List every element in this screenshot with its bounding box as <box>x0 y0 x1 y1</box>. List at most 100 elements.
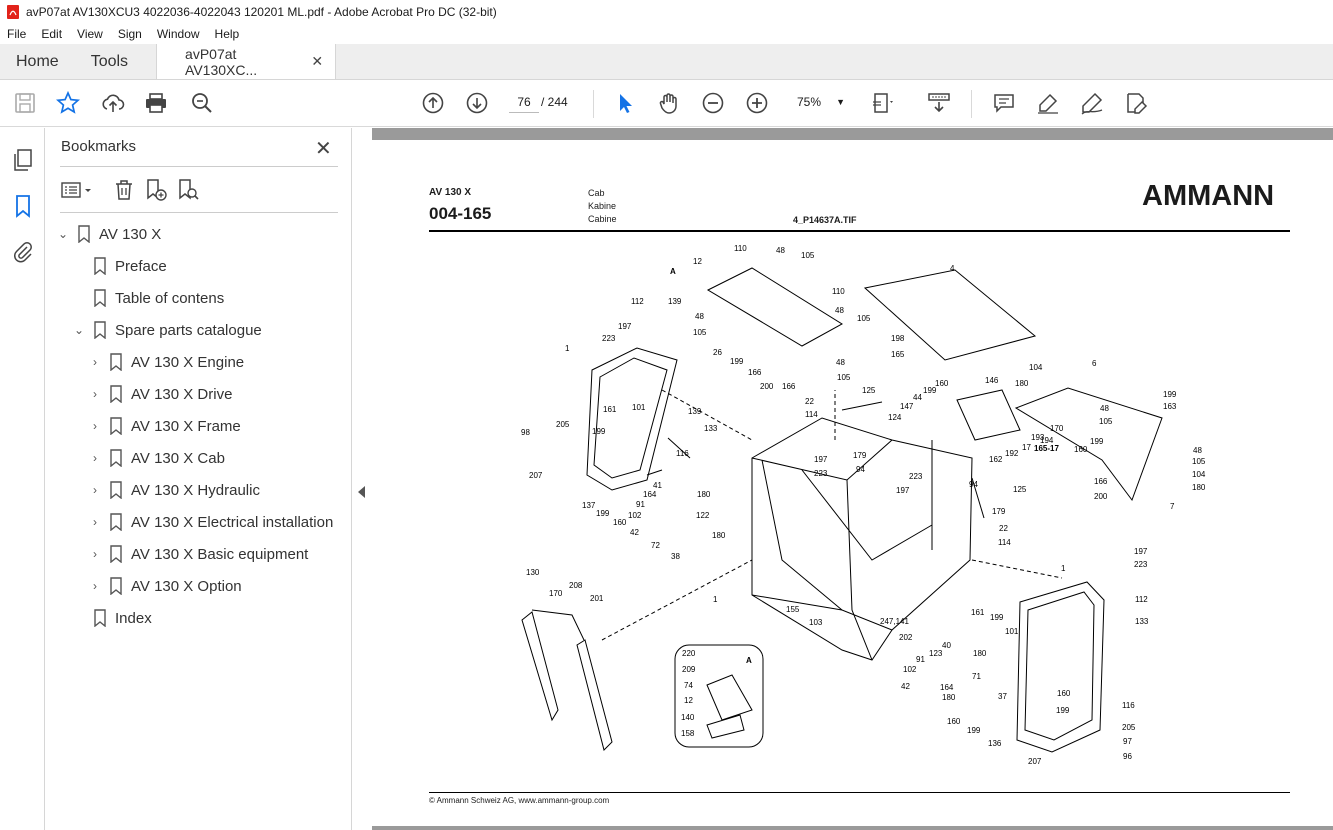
zoom-search-icon[interactable] <box>190 91 214 115</box>
bookmark-label: Index <box>115 609 152 627</box>
menu-file[interactable]: File <box>0 27 34 41</box>
svg-text:197: 197 <box>814 455 828 464</box>
zoom-out-icon[interactable] <box>701 91 725 115</box>
zoom-level-select[interactable]: 75% ▼ <box>789 91 851 113</box>
svg-text:161: 161 <box>603 405 617 414</box>
bookmark-spare-parts-catalogue[interactable]: ⌄ Spare parts catalogue <box>71 314 262 346</box>
document-viewport[interactable]: AV 130 X 004-165 Cab Kabine Cabine 4_P14… <box>372 128 1333 830</box>
svg-text:91: 91 <box>636 500 645 509</box>
bookmark-icon <box>110 481 122 499</box>
svg-text:160: 160 <box>1057 689 1071 698</box>
chevron-down-icon[interactable]: ⌄ <box>55 227 71 241</box>
zoom-in-icon[interactable] <box>745 91 769 115</box>
find-bookmark-icon[interactable] <box>176 178 200 202</box>
bookmark-table-of-contents[interactable]: Table of contens <box>71 282 224 314</box>
svg-text:192: 192 <box>1005 449 1019 458</box>
bookmark-option[interactable]: › AV 130 X Option <box>87 570 242 602</box>
svg-text:166: 166 <box>1094 477 1108 486</box>
highlight-icon[interactable] <box>1036 91 1060 115</box>
svg-text:197: 197 <box>618 322 632 331</box>
chevron-right-icon[interactable]: › <box>87 451 103 465</box>
exploded-parts-drawing: 110 48 105 12 A 4 110 48 105 112 139 197… <box>521 244 1206 766</box>
pages-panel-icon[interactable] <box>11 148 35 172</box>
bookmark-panel-icon[interactable] <box>11 194 35 218</box>
svg-text:114: 114 <box>998 538 1011 547</box>
add-bookmark-icon[interactable] <box>144 178 168 202</box>
delete-bookmark-icon[interactable] <box>112 178 136 202</box>
chevron-right-icon[interactable]: › <box>87 579 103 593</box>
star-icon[interactable] <box>55 90 81 115</box>
bookmark-frame[interactable]: › AV 130 X Frame <box>87 410 241 442</box>
bookmark-options-icon[interactable] <box>60 178 94 202</box>
panel-splitter[interactable] <box>352 128 372 830</box>
chevron-right-icon[interactable]: › <box>87 483 103 497</box>
tab-home[interactable]: Home <box>0 44 75 79</box>
chevron-down-icon[interactable]: ⌄ <box>71 323 87 337</box>
bookmark-label: AV 130 X Cab <box>131 449 225 467</box>
fit-page-icon[interactable] <box>871 91 895 115</box>
attachment-icon[interactable] <box>11 240 35 264</box>
menu-view[interactable]: View <box>70 27 111 41</box>
bookmark-drive[interactable]: › AV 130 X Drive <box>87 378 232 410</box>
page-number-input[interactable]: 76 <box>509 91 539 113</box>
page-up-icon[interactable] <box>421 91 445 115</box>
svg-text:133: 133 <box>704 424 718 433</box>
bookmark-icon <box>110 385 122 403</box>
svg-text:146: 146 <box>985 376 999 385</box>
upload-icon[interactable] <box>101 91 125 115</box>
svg-text:180: 180 <box>942 693 956 702</box>
svg-text:44: 44 <box>913 393 922 402</box>
svg-text:26: 26 <box>713 348 722 357</box>
svg-text:199: 199 <box>730 357 744 366</box>
svg-text:209: 209 <box>682 665 696 674</box>
menu-window[interactable]: Window <box>150 27 208 41</box>
select-cursor-icon[interactable] <box>613 91 637 115</box>
sign-icon[interactable] <box>1080 91 1104 115</box>
svg-text:A: A <box>670 267 676 276</box>
bookmark-basic-equipment[interactable]: › AV 130 X Basic equipment <box>87 538 308 570</box>
svg-text:207: 207 <box>529 471 543 480</box>
chevron-right-icon[interactable]: › <box>87 515 103 529</box>
svg-text:162: 162 <box>989 455 1003 464</box>
bookmark-index[interactable]: Index <box>71 602 152 634</box>
print-icon[interactable] <box>144 91 168 115</box>
tab-document[interactable]: avP07at AV130XC... ✕ <box>156 44 337 79</box>
fill-sign-icon[interactable] <box>1124 91 1148 115</box>
tab-tools[interactable]: Tools <box>75 44 144 79</box>
bookmark-electrical[interactable]: › AV 130 X Electrical installation <box>87 506 333 538</box>
page-down-icon[interactable] <box>465 91 489 115</box>
svg-text:136: 136 <box>988 739 1002 748</box>
menu-help[interactable]: Help <box>208 27 248 41</box>
bookmark-label: Preface <box>115 257 167 275</box>
save-icon[interactable] <box>13 91 37 115</box>
bookmark-cab[interactable]: › AV 130 X Cab <box>87 442 225 474</box>
svg-text:1: 1 <box>565 344 570 353</box>
bookmark-av-130-x[interactable]: ⌄ AV 130 X <box>55 218 161 250</box>
svg-text:105: 105 <box>837 373 851 382</box>
bookmark-preface[interactable]: Preface <box>71 250 167 282</box>
bookmark-hydraulic[interactable]: › AV 130 X Hydraulic <box>87 474 260 506</box>
chevron-right-icon[interactable]: › <box>87 547 103 561</box>
collapse-panel-icon[interactable] <box>358 486 365 498</box>
chevron-right-icon[interactable]: › <box>87 355 103 369</box>
bookmark-engine[interactable]: › AV 130 X Engine <box>87 346 244 378</box>
close-icon[interactable]: ✕ <box>315 136 332 161</box>
svg-text:199: 199 <box>990 613 1004 622</box>
chevron-right-icon[interactable]: › <box>87 419 103 433</box>
svg-text:110: 110 <box>832 287 845 296</box>
chevron-right-icon[interactable]: › <box>87 387 103 401</box>
svg-text:199: 199 <box>1163 390 1177 399</box>
svg-text:198: 198 <box>891 334 905 343</box>
scroll-mode-icon[interactable] <box>927 91 951 115</box>
close-tab-icon[interactable]: ✕ <box>311 53 323 70</box>
comment-icon[interactable] <box>992 91 1016 115</box>
svg-text:199: 199 <box>967 726 981 735</box>
bookmark-label: Spare parts catalogue <box>115 321 262 339</box>
svg-text:101: 101 <box>632 403 646 412</box>
svg-text:110: 110 <box>734 244 747 253</box>
svg-text:125: 125 <box>862 386 876 395</box>
svg-text:48: 48 <box>1100 404 1109 413</box>
menu-edit[interactable]: Edit <box>34 27 70 41</box>
menu-sign[interactable]: Sign <box>111 27 150 41</box>
hand-icon[interactable] <box>657 91 681 115</box>
